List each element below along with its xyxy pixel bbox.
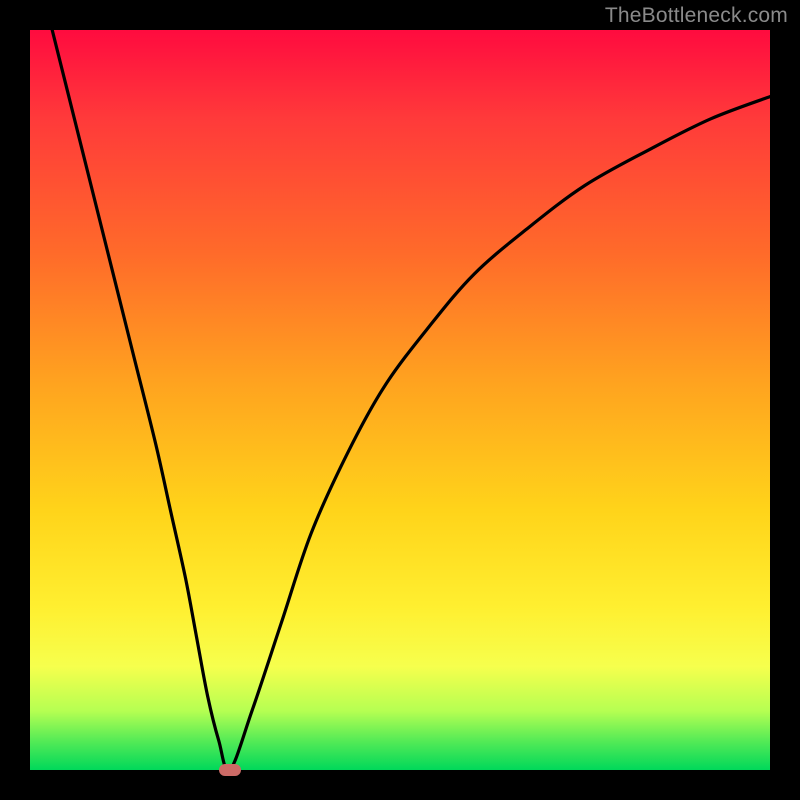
bottleneck-curve — [30, 30, 770, 770]
chart-frame: TheBottleneck.com — [0, 0, 800, 800]
plot-area — [30, 30, 770, 770]
minimum-marker — [219, 764, 241, 776]
watermark-text: TheBottleneck.com — [605, 4, 788, 28]
